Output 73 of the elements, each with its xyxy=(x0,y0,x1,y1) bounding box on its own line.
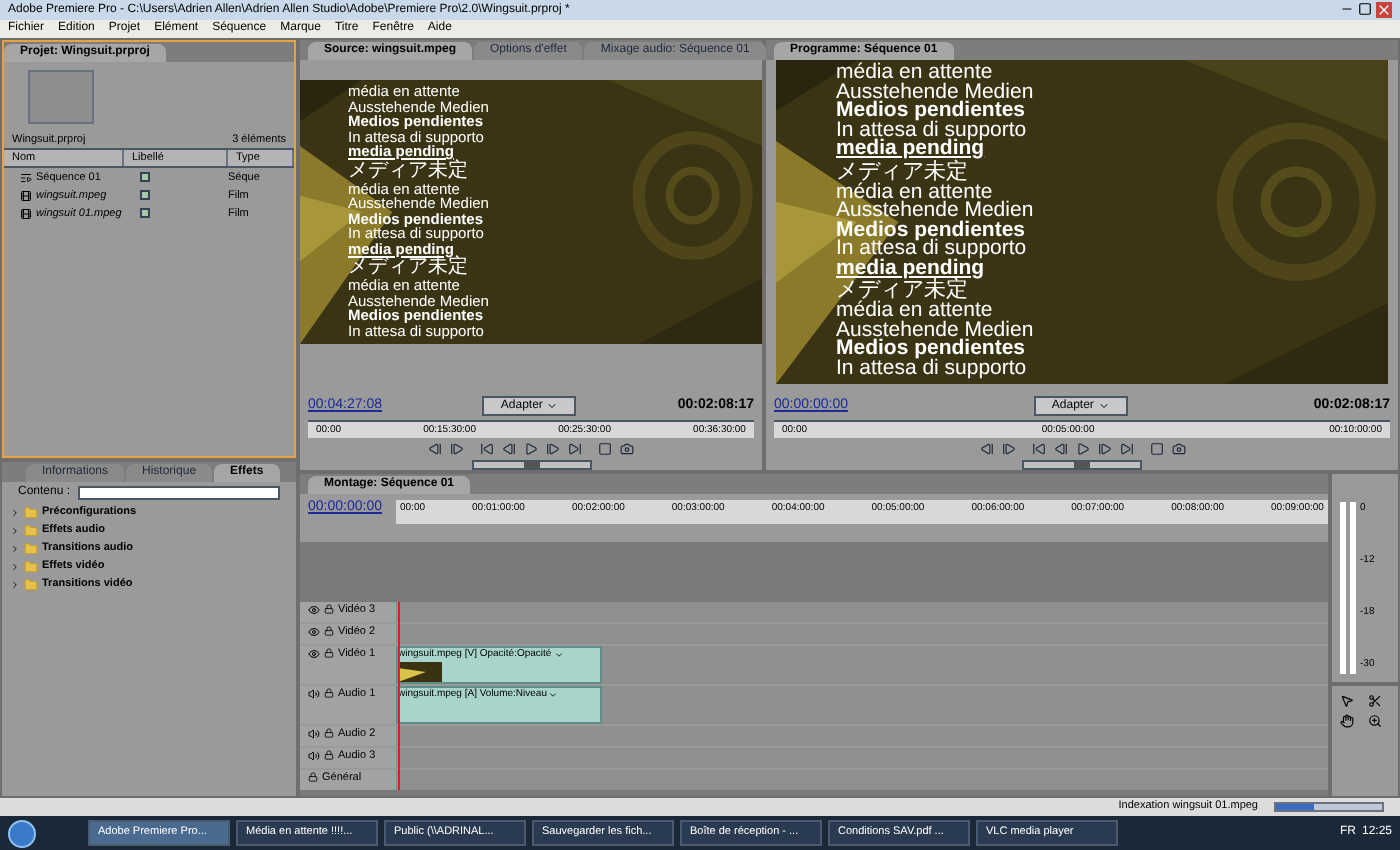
label-swatch xyxy=(140,172,150,183)
overlay-text: メディア未定 xyxy=(348,256,470,278)
overlay-text: Ausstehende Medien xyxy=(836,83,1034,102)
overlay-text: メディア未定 xyxy=(348,159,470,181)
overlay-text: Ausstehende Medien xyxy=(836,202,1034,221)
folder-icon xyxy=(24,524,38,538)
export-frame-icon[interactable] xyxy=(620,442,634,456)
speaker-icon[interactable] xyxy=(308,750,320,762)
export-frame-icon[interactable] xyxy=(1171,442,1185,456)
lock-icon[interactable] xyxy=(324,648,334,658)
close-icon[interactable] xyxy=(1376,2,1392,18)
go-to-out-icon[interactable] xyxy=(568,442,582,456)
lock-icon[interactable] xyxy=(308,772,318,782)
overlay-text: média en attente xyxy=(836,183,993,202)
step-back-icon[interactable] xyxy=(502,442,516,456)
overlay-text: Ausstehende Medien xyxy=(836,321,1034,340)
hand-tool-icon[interactable] xyxy=(1340,714,1354,728)
selection-tool-icon[interactable] xyxy=(1340,694,1354,708)
lock-icon[interactable] xyxy=(324,688,334,698)
overlay-text: Medios pendientes xyxy=(836,102,1026,121)
lock-icon[interactable] xyxy=(324,728,334,738)
lock-icon[interactable] xyxy=(324,604,334,614)
step-forward-icon[interactable] xyxy=(546,442,560,456)
speaker-icon[interactable] xyxy=(308,728,320,740)
overlay-text: média en attente xyxy=(836,64,993,83)
go-to-in-icon[interactable] xyxy=(480,442,494,456)
label-swatch xyxy=(140,208,150,219)
visibility-icon[interactable] xyxy=(308,604,320,616)
overlay-text: メディア未定 xyxy=(836,278,968,302)
caret-icon[interactable] xyxy=(548,690,559,700)
overlay-text: In attesa di supporto xyxy=(836,240,1029,259)
folder-icon xyxy=(24,578,38,592)
slider-thumb[interactable] xyxy=(523,462,539,468)
go-to-out-icon[interactable] xyxy=(1119,442,1133,456)
shuttle-slider[interactable] xyxy=(471,460,591,470)
overlay-text: media pending xyxy=(836,259,985,278)
go-to-in-icon[interactable] xyxy=(1031,442,1045,456)
start-button[interactable] xyxy=(8,819,36,847)
minimize-icon[interactable] xyxy=(1340,2,1354,16)
step-back-icon[interactable] xyxy=(1053,442,1067,456)
overlay-text: メディア未定 xyxy=(836,159,970,183)
visibility-icon[interactable] xyxy=(308,626,320,638)
shuttle-slider[interactable] xyxy=(1022,460,1142,470)
overlay-text: media pending xyxy=(836,140,985,159)
maximize-icon[interactable] xyxy=(1358,2,1372,16)
label-swatch xyxy=(140,190,150,201)
visibility-icon[interactable] xyxy=(308,648,320,660)
preview-thumbnail xyxy=(28,70,94,124)
caret-icon[interactable] xyxy=(553,650,564,660)
zoom-tool-icon[interactable] xyxy=(1368,714,1382,728)
caret-icon xyxy=(1097,399,1110,412)
folder-icon xyxy=(24,542,38,556)
slider-thumb[interactable] xyxy=(1074,462,1090,468)
lock-icon[interactable] xyxy=(324,750,334,760)
caret-icon xyxy=(546,399,559,412)
speaker-icon[interactable] xyxy=(308,688,320,700)
search-field[interactable] xyxy=(78,486,280,500)
overlay-text: In attesa di supporto xyxy=(836,359,1029,378)
razor-tool-icon[interactable] xyxy=(1368,694,1382,708)
folder-icon xyxy=(24,560,38,574)
overlay-text: Medios pendientes xyxy=(836,221,1028,240)
overlay-text: média en attente xyxy=(836,302,993,321)
play-icon[interactable] xyxy=(524,442,538,456)
film-icon xyxy=(20,189,32,202)
folder-icon xyxy=(24,506,38,520)
film-icon xyxy=(20,207,32,220)
lock-icon[interactable] xyxy=(324,626,334,636)
clip-thumbnail xyxy=(398,662,442,682)
step-forward-icon[interactable] xyxy=(1097,442,1111,456)
overlay-text: In attesa di supporto xyxy=(836,121,1029,140)
overlay-text: Medios pendientes xyxy=(836,340,1026,359)
sequence-icon xyxy=(20,171,32,184)
play-icon[interactable] xyxy=(1075,442,1089,456)
